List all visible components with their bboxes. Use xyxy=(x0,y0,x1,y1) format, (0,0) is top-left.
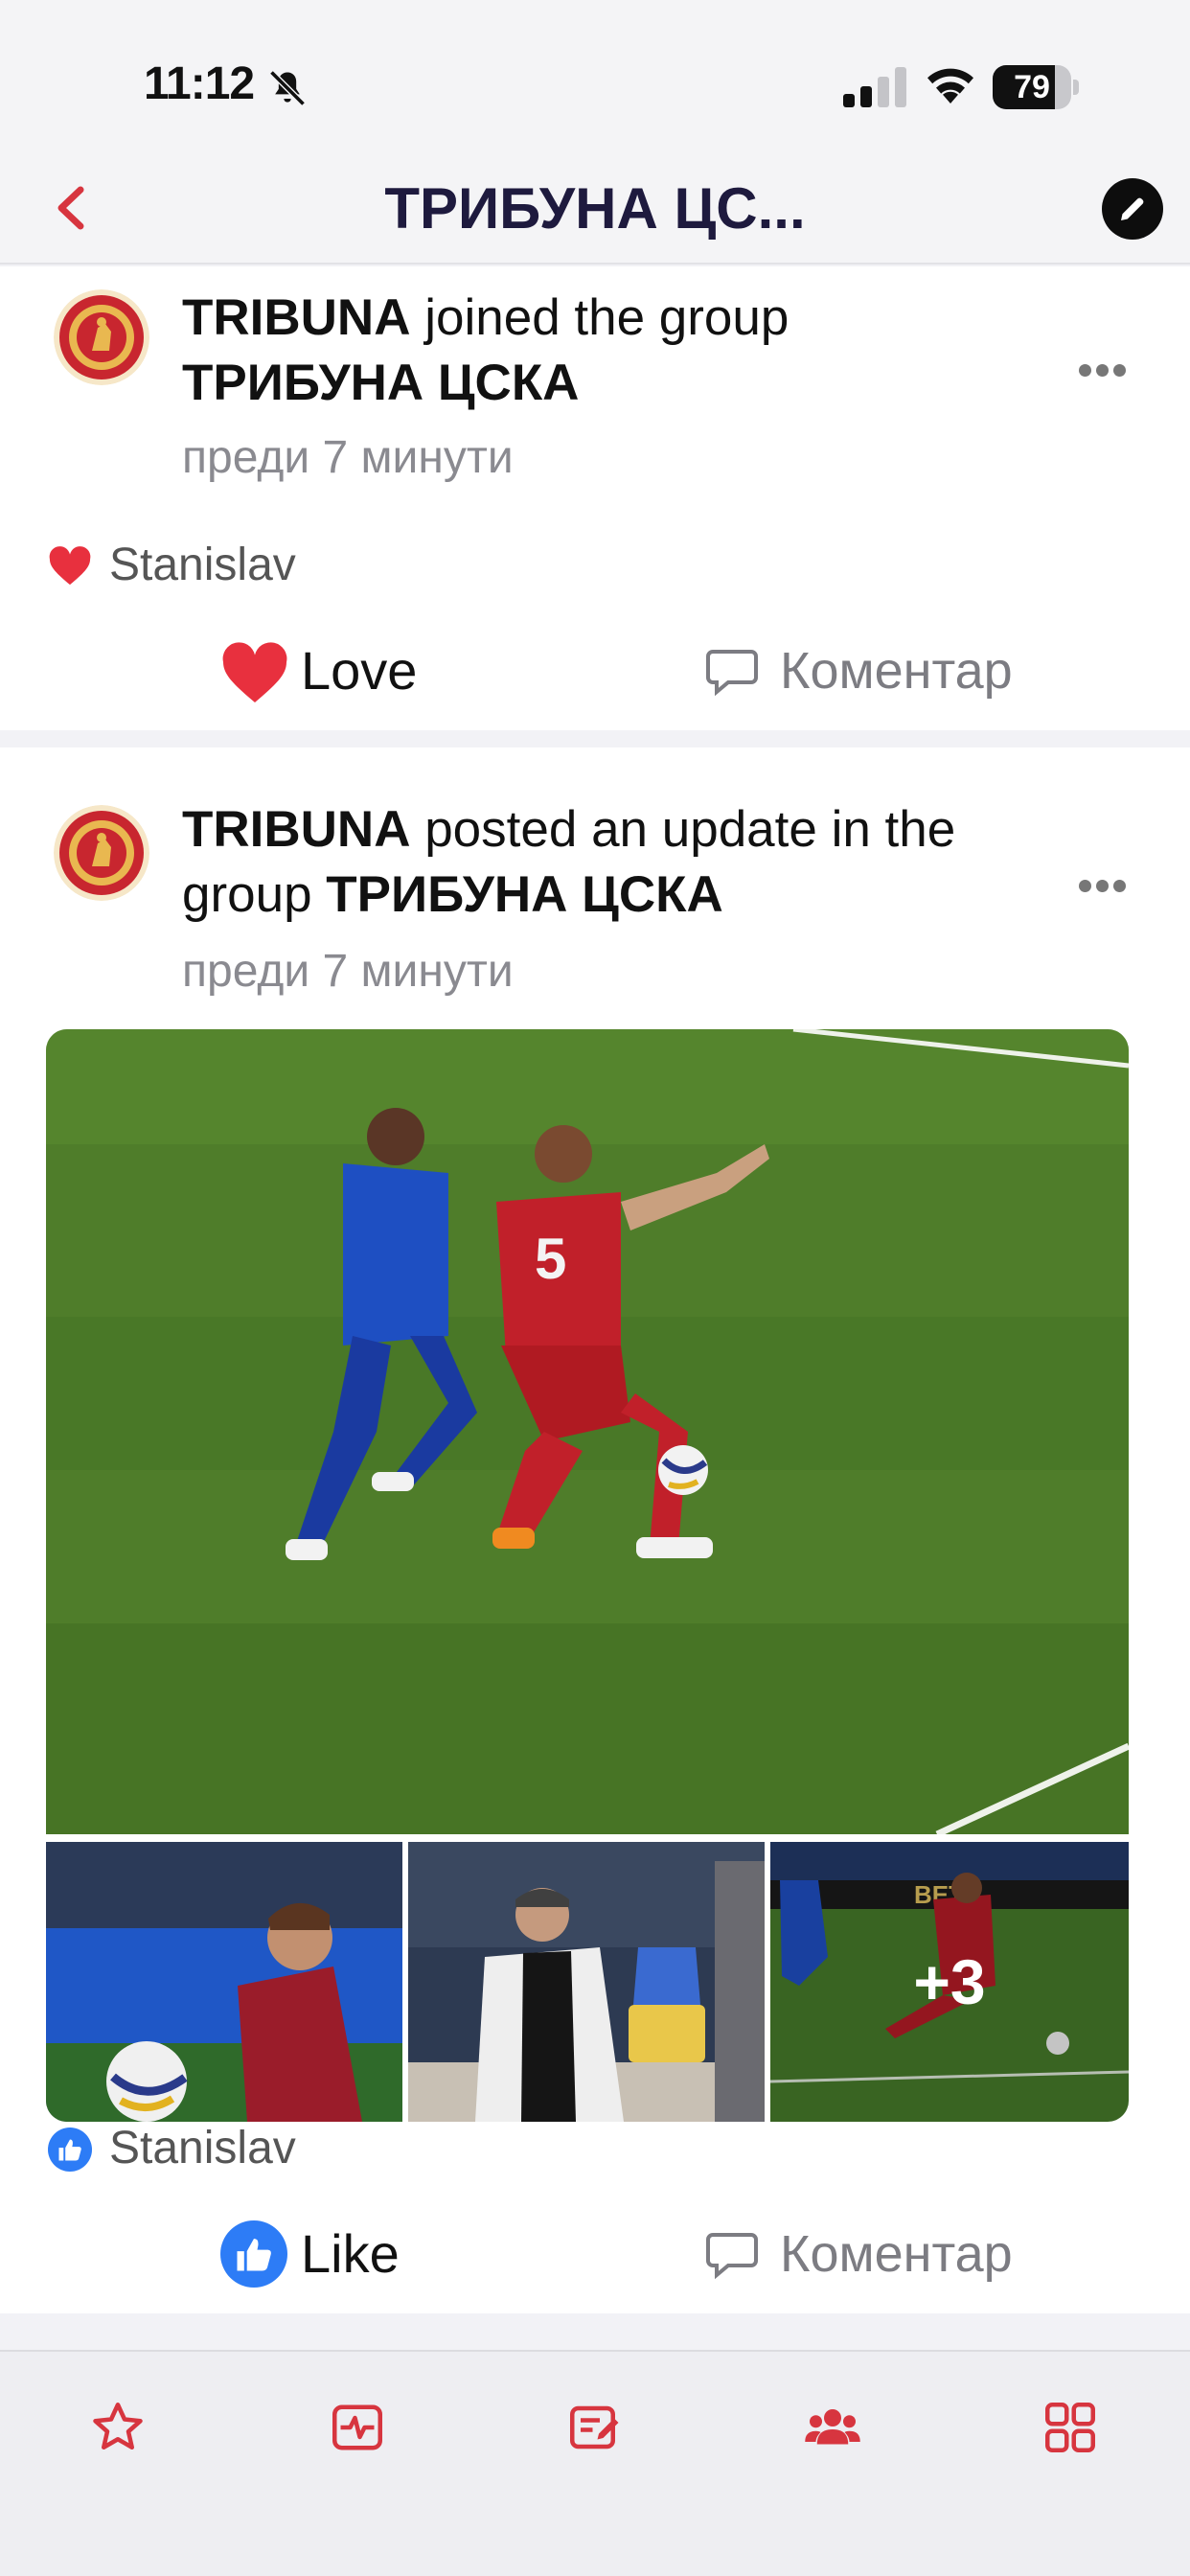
battery-body: 79 xyxy=(993,65,1071,109)
avatar[interactable] xyxy=(54,289,149,385)
compose-button[interactable] xyxy=(1102,178,1163,240)
post-headline: TRIBUNA posted an update in the group ТР… xyxy=(182,797,1044,928)
heart-icon xyxy=(222,642,287,702)
actor-name[interactable]: TRIBUNA xyxy=(182,801,410,858)
back-chevron-icon[interactable] xyxy=(42,174,100,242)
football xyxy=(658,1445,708,1495)
more-dots-icon xyxy=(1096,880,1109,892)
battery-label: 79 xyxy=(1014,69,1050,105)
activity-icon xyxy=(332,2404,382,2450)
star-icon xyxy=(93,2403,143,2450)
post-actions: Love Коментар xyxy=(0,623,1190,719)
comment-label: Коментар xyxy=(780,642,1013,700)
more-options-button[interactable] xyxy=(1079,878,1127,897)
tab-groups[interactable] xyxy=(780,2375,885,2480)
svg-text:5: 5 xyxy=(535,1227,566,1291)
tab-activity[interactable] xyxy=(305,2375,410,2480)
page-title: ТРИБУНА ЦС... xyxy=(384,176,806,241)
status-time: 11:12 xyxy=(144,58,255,109)
comment-icon xyxy=(706,2233,758,2280)
comment-icon xyxy=(706,650,758,697)
more-dots-icon xyxy=(1113,880,1126,892)
post-actions: Like Коментар xyxy=(0,2206,1190,2302)
post-timestamp: преди 7 минути xyxy=(182,946,514,997)
photo-thumbnail[interactable] xyxy=(46,1842,402,2122)
reactor-name: Stanislav xyxy=(109,540,296,590)
post-headline: TRIBUNA joined the group ТРИБУНА ЦСКА xyxy=(182,286,1044,416)
group-name[interactable]: ТРИБУНА ЦСКА xyxy=(326,866,722,923)
tab-posts[interactable] xyxy=(542,2375,648,2480)
wifi-icon xyxy=(927,68,973,104)
cellular-signal-icon xyxy=(843,67,906,107)
groups-icon xyxy=(805,2409,860,2445)
notes-icon xyxy=(570,2405,619,2450)
post-action: joined the group xyxy=(410,289,790,346)
more-photos-count: +3 xyxy=(770,1842,1129,2122)
thumbs-up-icon xyxy=(220,2220,287,2288)
like-label: Like xyxy=(301,2223,400,2284)
reactor-name: Stanislav xyxy=(109,2123,296,2174)
more-options-button[interactable] xyxy=(1079,362,1127,381)
grid-icon xyxy=(1045,2403,1095,2452)
battery-tip xyxy=(1073,80,1079,95)
photo-thumbnail[interactable] xyxy=(408,1842,765,2122)
screen: 11:12 79 ТРИБУНА ЦС... TRIBUNA joined th… xyxy=(0,0,1190,2576)
more-dots-icon xyxy=(1079,880,1091,892)
tab-menu[interactable] xyxy=(1018,2375,1123,2480)
post-timestamp: преди 7 минути xyxy=(182,432,514,483)
comment-label: Коментар xyxy=(780,2225,1013,2283)
tab-bar xyxy=(0,2350,1190,2576)
post-photo[interactable]: 5 xyxy=(46,1029,1129,1834)
app-header: ТРИБУНА ЦС... xyxy=(0,153,1190,264)
group-name[interactable]: ТРИБУНА ЦСКА xyxy=(182,355,579,411)
more-dots-icon xyxy=(1096,364,1109,377)
bell-muted-icon xyxy=(269,70,306,106)
pencil-icon xyxy=(1121,197,1144,220)
heart-icon xyxy=(49,546,91,586)
thumbs-up-icon xyxy=(48,2128,92,2172)
love-label: Love xyxy=(301,640,418,701)
more-dots-icon xyxy=(1113,364,1126,377)
status-bar: 11:12 79 xyxy=(0,0,1190,153)
actor-name[interactable]: TRIBUNA xyxy=(182,289,410,346)
more-dots-icon xyxy=(1079,364,1091,377)
battery-indicator: 79 xyxy=(993,65,1079,109)
tab-favorites[interactable] xyxy=(65,2375,171,2480)
feed-item: TRIBUNA posted an update in the group ТР… xyxy=(0,748,1190,2313)
feed-item: TRIBUNA joined the group ТРИБУНА ЦСКА пре… xyxy=(0,266,1190,730)
photo-thumbnail-more[interactable]: BET +3 xyxy=(770,1842,1129,2122)
avatar[interactable] xyxy=(54,805,149,901)
